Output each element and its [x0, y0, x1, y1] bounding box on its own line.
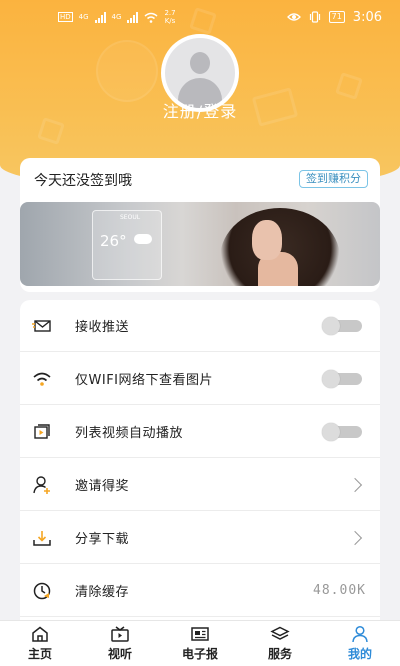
settings-list: 接收推送 仅WIFI网络下查看图片 列表视频自动播放 邀请得奖 分享下载 清除缓… — [20, 300, 380, 630]
signal-icon — [127, 11, 139, 23]
vibrate-icon — [309, 11, 320, 23]
user-icon — [350, 625, 370, 643]
tab-video[interactable]: 视听 — [80, 621, 160, 666]
video-play-icon — [32, 422, 52, 442]
wifi-icon — [32, 369, 52, 389]
setting-autoplay-video[interactable]: 列表视频自动播放 — [20, 406, 380, 458]
wifi-only-toggle[interactable] — [322, 369, 362, 388]
network-type-2: 4G — [111, 13, 122, 21]
battery-icon: 71 — [328, 11, 345, 23]
chevron-right-icon — [347, 530, 363, 545]
setting-wifi-only-images[interactable]: 仅WIFI网络下查看图片 — [20, 353, 380, 405]
newspaper-icon — [190, 625, 210, 643]
invite-user-icon — [32, 475, 52, 495]
clear-cache-icon — [32, 581, 52, 601]
setting-label: 列表视频自动播放 — [75, 426, 184, 441]
promo-banner[interactable]: SEOUL 26° — [20, 202, 380, 286]
tab-label: 视听 — [107, 647, 132, 661]
setting-label: 仅WIFI网络下查看图片 — [75, 373, 213, 388]
chevron-right-icon — [347, 477, 363, 492]
setting-label: 接收推送 — [75, 320, 130, 335]
autoplay-toggle[interactable] — [322, 422, 362, 441]
tab-label: 服务 — [267, 647, 292, 661]
tab-label: 我的 — [347, 647, 372, 661]
tab-services[interactable]: 服务 — [240, 621, 320, 666]
eye-comfort-icon — [286, 13, 301, 21]
tv-icon — [110, 625, 130, 643]
setting-label: 邀请得奖 — [75, 479, 130, 494]
banner-city: SEOUL — [120, 214, 141, 221]
square-decoration — [335, 72, 363, 100]
home-icon — [30, 625, 50, 643]
push-toggle[interactable] — [322, 316, 362, 335]
setting-share-download[interactable]: 分享下载 — [20, 512, 380, 564]
banner-temperature: 26° — [100, 232, 127, 250]
status-bar: HD 4G 4G 2.7 K/s 71 3:06 — [0, 0, 400, 34]
setting-clear-cache[interactable]: 清除缓存 48.00K — [20, 565, 380, 617]
cloud-icon — [134, 234, 152, 244]
layers-icon — [270, 625, 290, 643]
checkin-card: 今天还没签到哦 签到赚积分 SEOUL 26° — [20, 158, 380, 292]
setting-label: 清除缓存 — [75, 585, 130, 600]
signal-icon — [94, 11, 106, 23]
checkin-message: 今天还没签到哦 — [34, 173, 132, 189]
tab-home[interactable]: 主页 — [0, 621, 80, 666]
tab-e-newspaper[interactable]: 电子报 — [160, 621, 240, 666]
setting-push-notifications[interactable]: 接收推送 — [20, 300, 380, 352]
tab-label: 主页 — [27, 647, 52, 661]
network-type-1: 4G — [78, 13, 89, 21]
planet-decoration — [96, 40, 158, 102]
wifi-status-icon — [144, 12, 158, 23]
sim1-badge: HD — [58, 12, 73, 22]
tab-mine[interactable]: 我的 — [320, 621, 400, 666]
bottom-tab-bar: 主页 视听 电子报 服务 我的 — [0, 620, 400, 666]
tab-label: 电子报 — [181, 647, 218, 661]
download-icon — [32, 528, 52, 548]
envelope-icon — [32, 316, 52, 336]
setting-invite-rewards[interactable]: 邀请得奖 — [20, 459, 380, 511]
setting-label: 分享下载 — [75, 532, 130, 547]
checkin-button[interactable]: 签到赚积分 — [299, 170, 368, 188]
login-register-link[interactable]: 注册/登录 — [0, 98, 400, 122]
clock: 3:06 — [352, 9, 382, 25]
cache-size: 48.00K — [313, 583, 366, 598]
network-speed: 2.7 K/s — [164, 9, 176, 25]
